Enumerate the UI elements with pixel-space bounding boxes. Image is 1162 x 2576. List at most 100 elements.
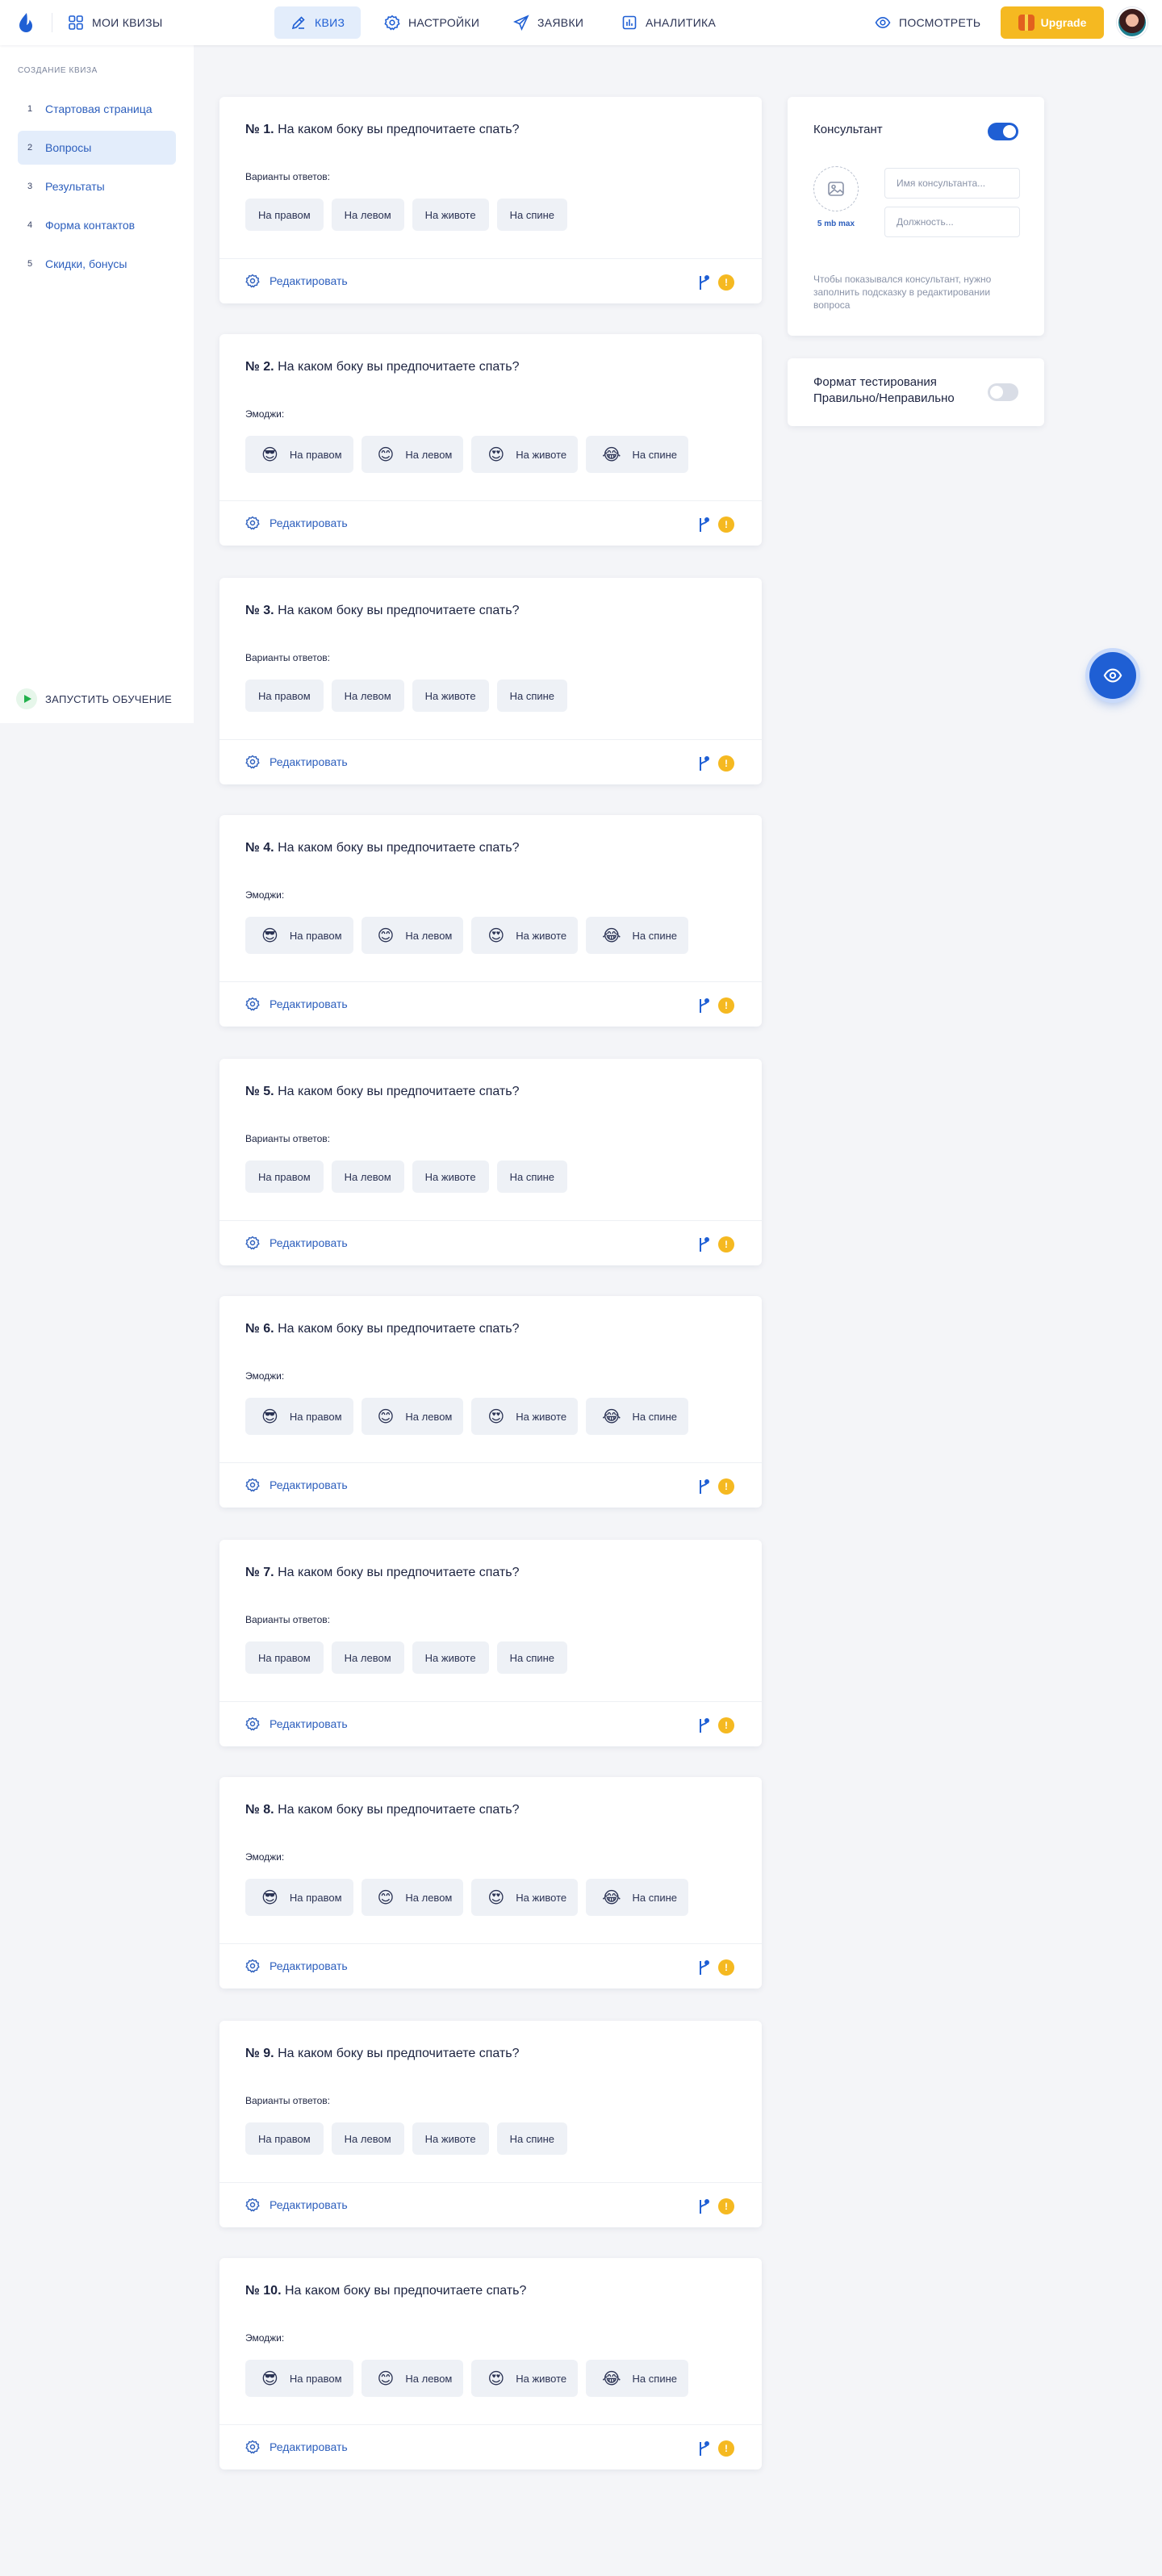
answer-option[interactable]: На правом bbox=[245, 1160, 324, 1193]
answer-option[interactable]: 😍 На животе bbox=[471, 436, 579, 473]
branching-icon[interactable] bbox=[697, 1236, 710, 1252]
answer-option[interactable]: 😂 На спине bbox=[586, 1879, 688, 1916]
branching-icon[interactable] bbox=[697, 2198, 710, 2214]
my-quizzes-link[interactable]: МОИ КВИЗЫ bbox=[68, 14, 163, 31]
upgrade-button[interactable]: Upgrade bbox=[1001, 6, 1104, 39]
branching-icon[interactable] bbox=[697, 1959, 710, 1976]
edit-question-button[interactable]: Редактировать bbox=[245, 1717, 348, 1731]
answer-option[interactable]: На спине bbox=[496, 1641, 568, 1674]
edit-question-button[interactable]: Редактировать bbox=[245, 2198, 348, 2212]
answer-option[interactable]: 😍 На животе bbox=[471, 917, 579, 954]
answer-option[interactable]: 😍 На животе bbox=[471, 1398, 579, 1435]
answer-option[interactable]: На правом bbox=[245, 680, 324, 712]
sidebar-item-discounts[interactable]: 5 Скидки, бонусы bbox=[18, 247, 176, 281]
preview-button[interactable]: ПОСМОТРЕТЬ bbox=[859, 6, 997, 39]
branching-icon[interactable] bbox=[697, 1478, 710, 1495]
tab-quiz[interactable]: КВИЗ bbox=[274, 6, 362, 39]
warning-badge[interactable]: ! bbox=[718, 1236, 734, 1252]
warning-badge[interactable]: ! bbox=[718, 274, 734, 291]
answer-option[interactable]: 😂 На спине bbox=[586, 2360, 688, 2397]
answer-option[interactable]: На левом bbox=[331, 2122, 404, 2155]
consultant-name-input[interactable] bbox=[884, 168, 1020, 199]
consultant-toggle[interactable] bbox=[988, 123, 1018, 140]
branching-icon[interactable] bbox=[697, 997, 710, 1014]
answer-option[interactable]: 😍 На животе bbox=[471, 2360, 579, 2397]
answer-option[interactable]: На правом bbox=[245, 199, 324, 231]
answer-option[interactable]: 😊 На левом bbox=[361, 1398, 464, 1435]
answer-option[interactable]: На левом bbox=[331, 680, 404, 712]
edit-question-button[interactable]: Редактировать bbox=[245, 1959, 348, 1973]
warning-badge[interactable]: ! bbox=[718, 755, 734, 772]
warning-badge[interactable]: ! bbox=[718, 1959, 734, 1976]
answer-option[interactable]: 😊 На левом bbox=[361, 436, 464, 473]
question-text: На каком боку вы предпочитаете спать? bbox=[278, 123, 520, 136]
answers-list: 😎 На правом 😊 На левом 😍 На животе 😂 На спине bbox=[245, 917, 688, 954]
sidebar-item-contact-form[interactable]: 4 Форма контактов bbox=[18, 208, 176, 242]
branching-icon[interactable] bbox=[697, 2440, 710, 2457]
tab-requests[interactable]: ЗАЯВКИ bbox=[497, 6, 600, 39]
sidebar-item-results[interactable]: 3 Результаты bbox=[18, 169, 176, 203]
preview-fab-button[interactable] bbox=[1089, 652, 1136, 699]
answer-label: На левом bbox=[405, 929, 453, 942]
edit-question-button[interactable]: Редактировать bbox=[245, 2440, 348, 2454]
branching-icon[interactable] bbox=[697, 1717, 710, 1733]
warning-badge[interactable]: ! bbox=[718, 997, 734, 1014]
answer-option[interactable]: 😊 На левом bbox=[361, 917, 464, 954]
answer-option[interactable]: 😊 На левом bbox=[361, 1879, 464, 1916]
emoji-icon: 😊 bbox=[377, 1888, 395, 1907]
test-format-toggle[interactable] bbox=[988, 383, 1018, 401]
warning-badge[interactable]: ! bbox=[718, 2198, 734, 2214]
edit-question-button[interactable]: Редактировать bbox=[245, 1478, 348, 1492]
warning-badge[interactable]: ! bbox=[718, 1717, 734, 1733]
answer-label: На правом bbox=[289, 1410, 342, 1423]
tab-analytics[interactable]: АНАЛИТИКА bbox=[605, 6, 732, 39]
branching-icon[interactable] bbox=[697, 516, 710, 533]
logo-icon[interactable] bbox=[15, 11, 37, 34]
answer-option[interactable]: 😂 На спине bbox=[586, 436, 688, 473]
edit-question-button[interactable]: Редактировать bbox=[245, 755, 348, 769]
answer-option[interactable]: На спине bbox=[496, 2122, 568, 2155]
sidebar-item-questions[interactable]: 2 Вопросы bbox=[18, 131, 176, 165]
answer-option[interactable]: На левом bbox=[331, 1641, 404, 1674]
answer-option[interactable]: На спине bbox=[496, 680, 568, 712]
start-tutorial-button[interactable]: ЗАПУСТИТЬ ОБУЧЕНИЕ bbox=[16, 688, 172, 709]
consultant-position-input[interactable] bbox=[884, 207, 1020, 237]
edit-question-button[interactable]: Редактировать bbox=[245, 997, 348, 1011]
answer-option[interactable]: На животе bbox=[412, 199, 489, 231]
answer-option[interactable]: На животе bbox=[412, 2122, 489, 2155]
answer-option[interactable]: На правом bbox=[245, 1641, 324, 1674]
answer-option[interactable]: 😎 На правом bbox=[245, 436, 353, 473]
edit-question-button[interactable]: Редактировать bbox=[245, 516, 348, 530]
edit-question-button[interactable]: Редактировать bbox=[245, 274, 348, 288]
answer-option[interactable]: 😎 На правом bbox=[245, 917, 353, 954]
answer-option[interactable]: 😊 На левом bbox=[361, 2360, 464, 2397]
edit-question-button[interactable]: Редактировать bbox=[245, 1236, 348, 1250]
answer-option[interactable]: 😎 На правом bbox=[245, 2360, 353, 2397]
answer-option[interactable]: На спине bbox=[496, 1160, 568, 1193]
question-footer: Редактировать! bbox=[219, 2182, 762, 2227]
branching-icon[interactable] bbox=[697, 755, 710, 772]
warning-badge[interactable]: ! bbox=[718, 516, 734, 533]
answer-option[interactable]: 😂 На спине bbox=[586, 1398, 688, 1435]
answer-option[interactable]: На спине bbox=[496, 199, 568, 231]
sidebar-item-start-page[interactable]: 1 Стартовая страница bbox=[18, 92, 176, 126]
edit-label: Редактировать bbox=[270, 274, 348, 287]
answer-option[interactable]: На животе bbox=[412, 1160, 489, 1193]
answer-option[interactable]: На животе bbox=[412, 680, 489, 712]
branching-icon[interactable] bbox=[697, 274, 710, 291]
warning-badge[interactable]: ! bbox=[718, 1478, 734, 1495]
avatar[interactable] bbox=[1117, 7, 1147, 38]
answer-option[interactable]: На правом bbox=[245, 2122, 324, 2155]
answer-option[interactable]: 😎 На правом bbox=[245, 1879, 353, 1916]
answer-option[interactable]: На животе bbox=[412, 1641, 489, 1674]
photo-upload[interactable] bbox=[813, 166, 859, 211]
question-card: № 10. На каком боку вы предпочитаете спа… bbox=[219, 2258, 762, 2469]
answer-option[interactable]: 😂 На спине bbox=[586, 917, 688, 954]
warning-badge[interactable]: ! bbox=[718, 2440, 734, 2457]
answer-option[interactable]: На левом bbox=[331, 1160, 404, 1193]
answer-option[interactable]: 😎 На правом bbox=[245, 1398, 353, 1435]
answer-option[interactable]: 😍 На животе bbox=[471, 1879, 579, 1916]
answer-option[interactable]: На левом bbox=[331, 199, 404, 231]
answer-label: На спине bbox=[632, 448, 677, 461]
tab-settings[interactable]: НАСТРОЙКИ bbox=[368, 6, 495, 39]
